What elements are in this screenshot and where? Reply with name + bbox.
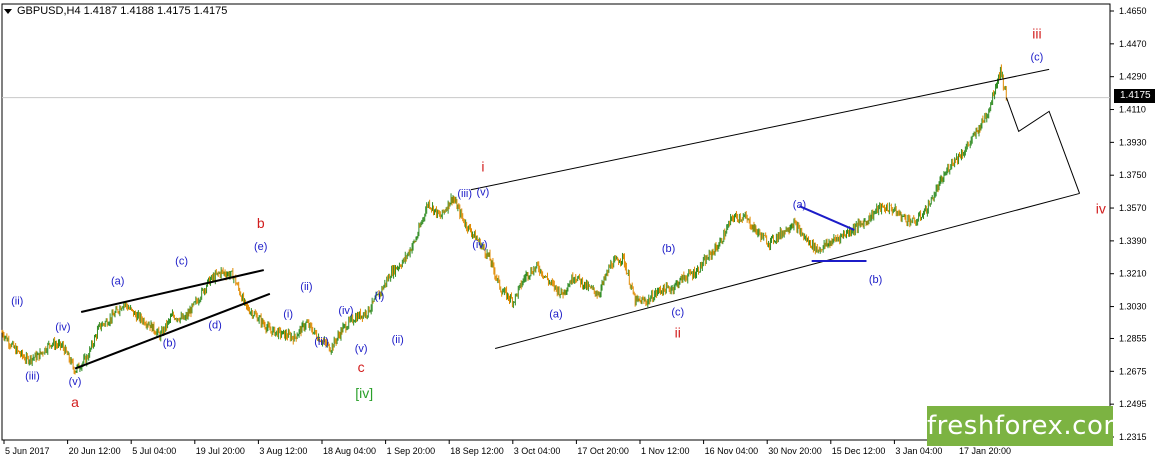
wave-label: [iv] [355, 385, 373, 401]
price-chart[interactable]: (ii) (iii) (iv) (v) a (a) (b) (c) (d) (e) b (i) (ii)… [0, 0, 1155, 462]
y-tick-label: 1.3930 [1119, 137, 1147, 147]
wave-label: iii [1032, 25, 1041, 41]
chart-window[interactable]: (ii) (iii) (iv) (v) a (a) (b) (c) (d) (e) b (i) (ii)… [0, 0, 1155, 462]
wave-label: c [358, 359, 365, 375]
wave-label: (ii) [392, 334, 404, 346]
y-tick-label: 1.4470 [1119, 39, 1147, 49]
x-tick-label: 17 Oct 20:00 [577, 446, 629, 456]
y-tick-label: 1.4290 [1119, 72, 1147, 82]
x-tick-label: 3 Aug 12:00 [259, 446, 307, 456]
wave-label: (d) [208, 319, 221, 331]
wave-label: b [257, 215, 265, 231]
current-price-tag: 1.4175 [1114, 89, 1155, 103]
x-tick-label: 15 Dec 12:00 [832, 446, 886, 456]
x-tick-label: 5 Jul 04:00 [132, 446, 176, 456]
wave-label: (b) [163, 338, 176, 350]
wave-label: (iv) [338, 305, 353, 317]
x-tick-label: 18 Aug 04:00 [323, 446, 376, 456]
wave-label: (v) [477, 186, 490, 198]
wave-label: (iii) [314, 336, 329, 348]
x-tick-label: 20 Jun 12:00 [69, 446, 121, 456]
y-tick-label: 1.3030 [1119, 302, 1147, 312]
x-tick-label: 1 Nov 12:00 [641, 446, 690, 456]
wave-label: i [481, 159, 484, 175]
x-tick-label: 18 Sep 12:00 [450, 446, 504, 456]
x-tick-label: 30 Nov 20:00 [768, 446, 822, 456]
wave-label: (ii) [11, 296, 23, 308]
y-tick-label: 1.4650 [1119, 6, 1147, 16]
wave-label: (a) [111, 276, 124, 288]
wave-label: (c) [671, 307, 684, 319]
y-tick-label: 1.2675 [1119, 366, 1147, 376]
wave-label: (b) [662, 243, 675, 255]
wave-label: (c) [175, 256, 188, 268]
x-tick-label: 3 Jan 04:00 [895, 446, 942, 456]
x-tick-label: 1 Sep 20:00 [387, 446, 436, 456]
x-tick-label: 19 Jul 20:00 [196, 446, 245, 456]
freshforex-watermark: freshforex.com [927, 406, 1129, 446]
wave-label: (ii) [300, 281, 312, 293]
wave-label: (a) [793, 199, 806, 211]
symbol-label: GBPUSD,H4 [17, 5, 81, 17]
wave-label: (v) [69, 376, 82, 388]
wave-label: (v) [355, 343, 368, 355]
wave-label: iv [1096, 201, 1106, 217]
y-tick-label: 1.2855 [1119, 333, 1147, 343]
wave-label: (i) [283, 309, 293, 321]
y-tick-label: 1.3210 [1119, 269, 1147, 279]
wave-label: (iv) [472, 239, 487, 251]
x-tick-label: 5 Jun 2017 [5, 446, 50, 456]
x-tick-label: 16 Nov 04:00 [705, 446, 759, 456]
x-tick-label: 17 Jan 20:00 [959, 446, 1011, 456]
wave-label: (iv) [55, 321, 70, 333]
y-tick-label: 1.3570 [1119, 203, 1147, 213]
wave-label: (i) [375, 290, 385, 302]
symbol-header: GBPUSD,H4 1.4187 1.4188 1.4175 1.4175 [4, 4, 227, 18]
wave-label: (iii) [457, 188, 472, 200]
wave-label: (e) [254, 241, 267, 253]
y-tick-label: 1.4110 [1119, 105, 1146, 115]
dropdown-triangle-icon[interactable] [4, 8, 12, 14]
ohlc-values: 1.4187 1.4188 1.4175 1.4175 [83, 5, 228, 17]
wave-label: ii [675, 325, 681, 341]
wave-label: (a) [549, 309, 562, 321]
x-tick-label: 3 Oct 04:00 [514, 446, 561, 456]
y-tick-label: 1.2495 [1119, 399, 1147, 409]
wave-label: (b) [869, 274, 882, 286]
wave-label: (iii) [25, 371, 40, 383]
wave-label: (c) [1031, 51, 1044, 63]
y-tick-label: 1.3750 [1119, 170, 1147, 180]
wave-label: a [71, 394, 79, 410]
y-tick-label: 1.3390 [1119, 236, 1147, 246]
